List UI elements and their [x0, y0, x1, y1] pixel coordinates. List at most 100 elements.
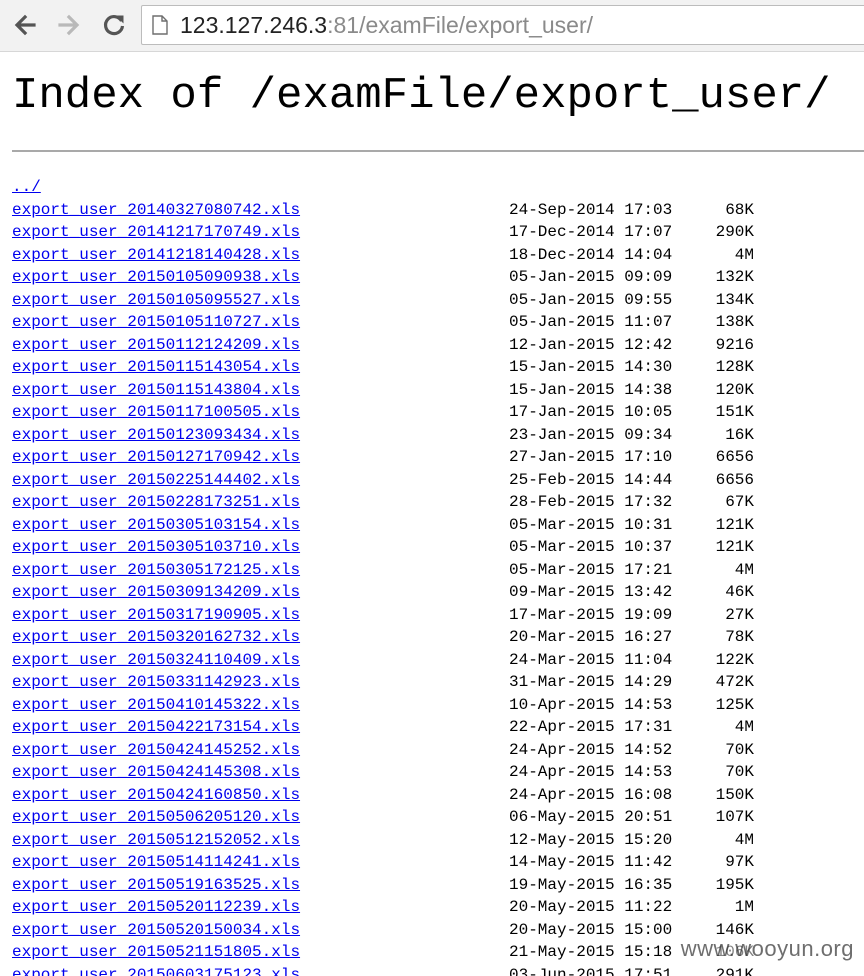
file-link[interactable]: export_user_20150410145322.xls	[12, 694, 300, 716]
file-date: 21-May-2015 15:18	[509, 943, 673, 961]
file-size: 125K	[715, 695, 754, 714]
file-size: 121K	[715, 515, 754, 534]
file-size: 70K	[725, 740, 754, 759]
file-size: 107K	[715, 808, 754, 826]
file-size: 67K	[725, 493, 754, 511]
divider	[12, 150, 864, 152]
file-size: 151K	[715, 403, 754, 421]
file-row: export_user_20150305103710.xls 05-Mar-201…	[12, 536, 864, 559]
file-row: export_user_20150331142923.xls 31-Mar-201…	[12, 671, 864, 694]
file-link[interactable]: export_user_20150519163525.xls	[12, 874, 300, 896]
file-link[interactable]: export_user_20150512152052.xls	[12, 829, 300, 851]
file-link[interactable]: export_user_20150305103154.xls	[12, 514, 300, 536]
file-size: 120K	[715, 380, 754, 399]
file-date: 24-Apr-2015 14:52	[509, 740, 673, 759]
file-row: export_user_20150512152052.xls 12-May-201…	[12, 829, 864, 852]
file-link[interactable]: export_user_20150309134209.xls	[12, 581, 300, 603]
file-size: 4M	[734, 245, 754, 264]
file-row: export_user_20150225144402.xls 25-Feb-201…	[12, 469, 864, 492]
file-size: 4M	[734, 560, 754, 579]
file-date: 12-May-2015 15:20	[509, 830, 673, 849]
reload-button[interactable]	[99, 8, 129, 42]
file-link[interactable]: export_user_20150123093434.xls	[12, 424, 300, 446]
file-row: export_user_20150410145322.xls 10-Apr-201…	[12, 694, 864, 717]
file-date: 24-Sep-2014 17:03	[509, 200, 673, 219]
address-bar[interactable]: 123.127.246.3:81/examFile/export_user/	[141, 5, 864, 45]
file-link[interactable]: export_user_20150305103710.xls	[12, 536, 300, 558]
file-link[interactable]: export_user_20150115143054.xls	[12, 356, 300, 378]
file-row: export_user_20150424145252.xls 24-Apr-201…	[12, 739, 864, 762]
file-link[interactable]: export_user_20150305172125.xls	[12, 559, 300, 581]
file-row: export_user_20141218140428.xls 18-Dec-201…	[12, 244, 864, 267]
file-link[interactable]: export_user_20150317190905.xls	[12, 604, 300, 626]
file-link[interactable]: export_user_20140327080742.xls	[12, 199, 300, 221]
file-link[interactable]: export_user_20150424145252.xls	[12, 739, 300, 761]
file-rows: export_user_20140327080742.xls 24-Sep-201…	[12, 199, 864, 976]
file-row: export_user_20150424160850.xls 24-Apr-201…	[12, 784, 864, 807]
file-link[interactable]: export_user_20150324110409.xls	[12, 649, 300, 671]
file-link[interactable]: export_user_20150520150034.xls	[12, 919, 300, 941]
file-row: export_user_20150514114241.xls 14-May-201…	[12, 851, 864, 874]
file-row: export_user_20150105095527.xls 05-Jan-201…	[12, 289, 864, 312]
file-link[interactable]: export_user_20150115143804.xls	[12, 379, 300, 401]
file-link[interactable]: export_user_20141217170749.xls	[12, 221, 300, 243]
file-link[interactable]: export_user_20150506205120.xls	[12, 806, 300, 828]
file-link[interactable]: export_user_20150424160850.xls	[12, 784, 300, 806]
file-size: 132K	[715, 268, 754, 286]
forward-button[interactable]	[54, 8, 84, 42]
file-link[interactable]: export_user_20150112124209.xls	[12, 334, 300, 356]
file-date: 17-Mar-2015 19:09	[509, 605, 673, 624]
file-date: 17-Dec-2014 17:07	[509, 223, 673, 241]
file-date: 27-Jan-2015 17:10	[509, 448, 673, 466]
file-size: 27K	[725, 605, 754, 624]
file-link[interactable]: export_user_20150603175123.xls	[12, 964, 300, 976]
file-link[interactable]: export_user_20150127170942.xls	[12, 446, 300, 468]
file-row: export_user_20150127170942.xls 27-Jan-201…	[12, 446, 864, 469]
file-size: 6656	[715, 470, 754, 489]
back-arrow-icon	[14, 14, 36, 36]
file-size: 6656	[715, 448, 754, 466]
watermark: www.wooyun.org	[680, 936, 854, 962]
file-link[interactable]: export_user_20150514114241.xls	[12, 851, 300, 873]
back-button[interactable]	[10, 8, 40, 42]
file-link[interactable]: export_user_20150225144402.xls	[12, 469, 300, 491]
file-row: export_user_20150506205120.xls 06-May-201…	[12, 806, 864, 829]
file-row: export_user_20140327080742.xls 24-Sep-201…	[12, 199, 864, 222]
file-date: 25-Feb-2015 14:44	[509, 470, 673, 489]
file-size: 4M	[734, 830, 754, 849]
file-link[interactable]: export_user_20150105095527.xls	[12, 289, 300, 311]
file-date: 24-Apr-2015 16:08	[509, 785, 673, 804]
file-date: 14-May-2015 11:42	[509, 853, 673, 871]
file-link[interactable]: export_user_20150424145308.xls	[12, 761, 300, 783]
file-listing: ../ export_user_20140327080742.xls 24-Sep…	[12, 176, 864, 976]
file-date: 20-May-2015 11:22	[509, 898, 673, 916]
file-row: export_user_20150317190905.xls 17-Mar-201…	[12, 604, 864, 627]
file-row: export_user_20150117100505.xls 17-Jan-201…	[12, 401, 864, 424]
file-row: export_user_20150422173154.xls 22-Apr-201…	[12, 716, 864, 739]
file-link[interactable]: export_user_20150520112239.xls	[12, 896, 300, 918]
file-size: 138K	[715, 313, 754, 331]
file-link[interactable]: export_user_20150117100505.xls	[12, 401, 300, 423]
file-date: 24-Mar-2015 11:04	[509, 650, 673, 669]
file-date: 31-Mar-2015 14:29	[509, 673, 673, 691]
file-link[interactable]: export_user_20150422173154.xls	[12, 716, 300, 738]
file-date: 05-Mar-2015 10:31	[509, 515, 673, 534]
file-size: 9216	[715, 335, 754, 354]
file-link[interactable]: export_user_20141218140428.xls	[12, 244, 300, 266]
file-link[interactable]: export_user_20150105090938.xls	[12, 266, 300, 288]
file-size: 1M	[734, 898, 754, 916]
file-link[interactable]: export_user_20150228173251.xls	[12, 491, 300, 513]
file-row: export_user_20150309134209.xls 09-Mar-201…	[12, 581, 864, 604]
file-link[interactable]: export_user_20150521151805.xls	[12, 941, 300, 963]
file-link[interactable]: export_user_20150331142923.xls	[12, 671, 300, 693]
url-text: 123.127.246.3:81/examFile/export_user/	[180, 11, 593, 39]
file-size: 4M	[734, 718, 754, 736]
file-row: export_user_20150320162732.xls 20-Mar-201…	[12, 626, 864, 649]
file-row: export_user_20150105110727.xls 05-Jan-201…	[12, 311, 864, 334]
parent-directory-link[interactable]: ../	[12, 176, 41, 198]
file-size: 68K	[725, 200, 754, 219]
file-date: 06-May-2015 20:51	[509, 808, 673, 826]
file-link[interactable]: export_user_20150105110727.xls	[12, 311, 300, 333]
file-link[interactable]: export_user_20150320162732.xls	[12, 626, 300, 648]
browser-toolbar: 123.127.246.3:81/examFile/export_user/	[0, 0, 864, 52]
